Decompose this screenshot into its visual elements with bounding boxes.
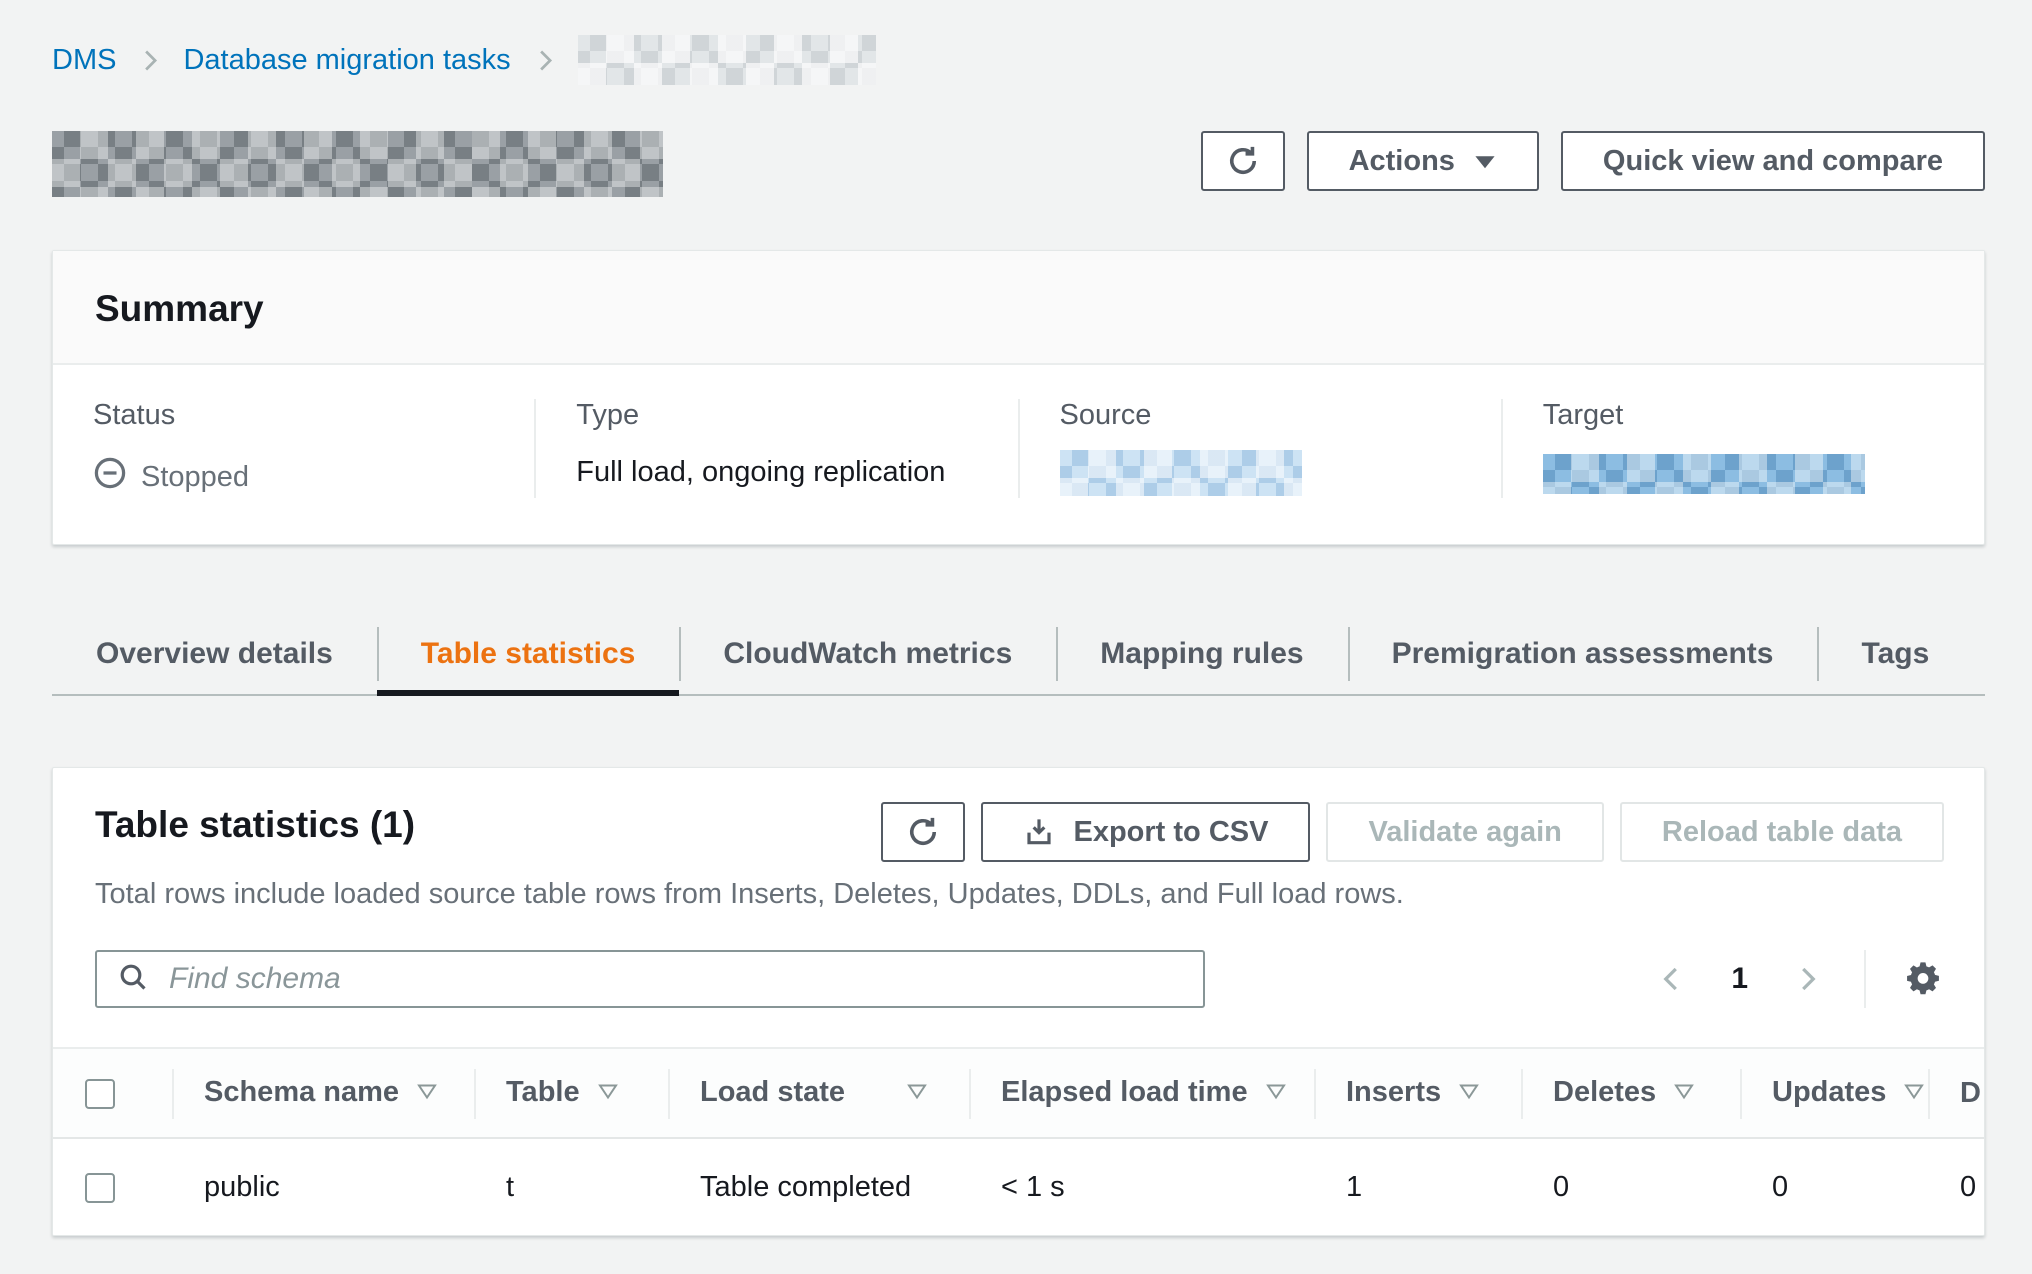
download-icon	[1023, 816, 1055, 848]
table-panel-description: Total rows include loaded source table r…	[53, 878, 1984, 911]
refresh-icon	[1225, 143, 1261, 179]
summary-title: Summary	[95, 288, 1942, 330]
type-label: Type	[576, 399, 977, 432]
caret-down-icon	[1473, 151, 1497, 171]
status-text: Stopped	[141, 461, 249, 494]
validate-button-label: Validate again	[1368, 816, 1561, 849]
select-all-header-cell	[53, 1048, 172, 1138]
quick-view-button-label: Quick view and compare	[1603, 145, 1943, 178]
breadcrumb-separator-icon	[531, 47, 558, 74]
cell-elapsed-load-time: < 1 s	[969, 1138, 1314, 1235]
table-statistics-table: Schema name Table Load state Elapsed loa…	[53, 1047, 1984, 1235]
source-value-redacted	[1060, 450, 1302, 496]
breadcrumb: DMS Database migration tasks	[52, 35, 1985, 85]
breadcrumb-link-dms[interactable]: DMS	[52, 44, 116, 77]
page-header: Actions Quick view and compare	[52, 131, 1985, 197]
column-header-elapsed-load-time[interactable]: Elapsed load time	[969, 1048, 1314, 1138]
reload-table-data-button[interactable]: Reload table data	[1620, 802, 1944, 862]
next-page-button[interactable]	[1786, 958, 1828, 1000]
table-panel-header: Table statistics (1) Export to CSV Valid…	[53, 768, 1984, 862]
pagination: 1	[1651, 950, 1948, 1008]
refresh-button[interactable]	[1201, 131, 1285, 191]
source-label: Source	[1060, 399, 1461, 432]
cell-updates: 0	[1740, 1138, 1928, 1235]
current-page-number[interactable]: 1	[1731, 962, 1748, 996]
reload-button-label: Reload table data	[1662, 816, 1902, 849]
cell-table: t	[474, 1138, 668, 1235]
target-label: Target	[1543, 399, 1944, 432]
summary-card-header: Summary	[53, 251, 1984, 365]
sort-icon	[1902, 1078, 1926, 1111]
column-header-load-state[interactable]: Load state	[668, 1048, 969, 1138]
table-refresh-button[interactable]	[881, 802, 965, 862]
tab-table-statistics[interactable]: Table statistics	[377, 614, 680, 694]
sort-icon	[415, 1078, 439, 1111]
summary-card: Summary Status Stopped Type Full load, o…	[52, 250, 1985, 545]
table-filter-row: 1	[53, 911, 1984, 1008]
column-header-deletes[interactable]: Deletes	[1521, 1048, 1740, 1138]
task-detail-tabs: Overview details Table statistics CloudW…	[52, 614, 1985, 696]
table-statistics-panel: Table statistics (1) Export to CSV Valid…	[52, 767, 1985, 1236]
sort-icon	[905, 1078, 929, 1111]
table-settings-gear-icon[interactable]	[1898, 954, 1948, 1004]
summary-field-source: Source	[1018, 399, 1501, 498]
tab-cloudwatch-metrics[interactable]: CloudWatch metrics	[679, 614, 1056, 694]
select-all-checkbox[interactable]	[85, 1079, 115, 1109]
actions-button[interactable]: Actions	[1307, 131, 1539, 191]
column-header-table[interactable]: Table	[474, 1048, 668, 1138]
breadcrumb-separator-icon	[136, 47, 163, 74]
sort-icon	[596, 1078, 620, 1111]
summary-field-target: Target	[1501, 399, 1984, 498]
tab-mapping-rules[interactable]: Mapping rules	[1056, 614, 1347, 694]
tab-tags[interactable]: Tags	[1817, 614, 1973, 694]
sort-icon	[1457, 1078, 1481, 1111]
cell-clipped: 0	[1928, 1138, 1984, 1235]
summary-field-status: Status Stopped	[53, 399, 534, 498]
refresh-icon	[905, 814, 941, 850]
type-value: Full load, ongoing replication	[576, 456, 977, 489]
page-title-redacted	[52, 131, 663, 197]
cell-load-state: Table completed	[668, 1138, 969, 1235]
row-select-cell	[53, 1138, 172, 1235]
table-statistics-title: Table statistics (1)	[95, 804, 415, 846]
validate-again-button[interactable]: Validate again	[1326, 802, 1603, 862]
sort-icon	[1264, 1078, 1288, 1111]
tab-overview-details[interactable]: Overview details	[52, 614, 377, 694]
cell-schema-name: public	[172, 1138, 474, 1235]
row-checkbox[interactable]	[85, 1173, 115, 1203]
quick-view-and-compare-button[interactable]: Quick view and compare	[1561, 131, 1985, 191]
breadcrumb-current-redacted	[578, 35, 876, 85]
actions-button-label: Actions	[1349, 145, 1455, 178]
status-label: Status	[93, 399, 494, 432]
previous-page-button[interactable]	[1651, 958, 1693, 1000]
export-button-label: Export to CSV	[1073, 816, 1268, 849]
tab-premigration-assessments[interactable]: Premigration assessments	[1348, 614, 1818, 694]
search-icon	[117, 961, 149, 998]
column-header-schema-name[interactable]: Schema name	[172, 1048, 474, 1138]
status-value: Stopped	[93, 456, 494, 498]
table-row: public t Table completed < 1 s 1 0 0 0	[53, 1138, 1984, 1235]
summary-field-type: Type Full load, ongoing replication	[534, 399, 1017, 498]
target-value-redacted	[1543, 454, 1865, 494]
export-to-csv-button[interactable]: Export to CSV	[981, 802, 1310, 862]
find-schema-input[interactable]	[167, 961, 1183, 997]
breadcrumb-link-tasks[interactable]: Database migration tasks	[183, 44, 510, 77]
summary-fields: Status Stopped Type Full load, ongoing r…	[53, 365, 1984, 544]
page-header-buttons: Actions Quick view and compare	[1201, 131, 1985, 191]
stopped-status-icon	[93, 456, 127, 498]
column-header-inserts[interactable]: Inserts	[1314, 1048, 1521, 1138]
cell-deletes: 0	[1521, 1138, 1740, 1235]
dms-task-page: DMS Database migration tasks Actions	[0, 0, 2032, 1236]
schema-search-box	[95, 950, 1205, 1008]
table-header-row: Schema name Table Load state Elapsed loa…	[53, 1048, 1984, 1138]
column-header-clipped[interactable]: D	[1928, 1048, 1984, 1138]
sort-icon	[1672, 1078, 1696, 1111]
column-header-updates[interactable]: Updates	[1740, 1048, 1928, 1138]
table-panel-buttons: Export to CSV Validate again Reload tabl…	[881, 802, 1944, 862]
pagination-divider	[1864, 950, 1866, 1008]
cell-inserts: 1	[1314, 1138, 1521, 1235]
